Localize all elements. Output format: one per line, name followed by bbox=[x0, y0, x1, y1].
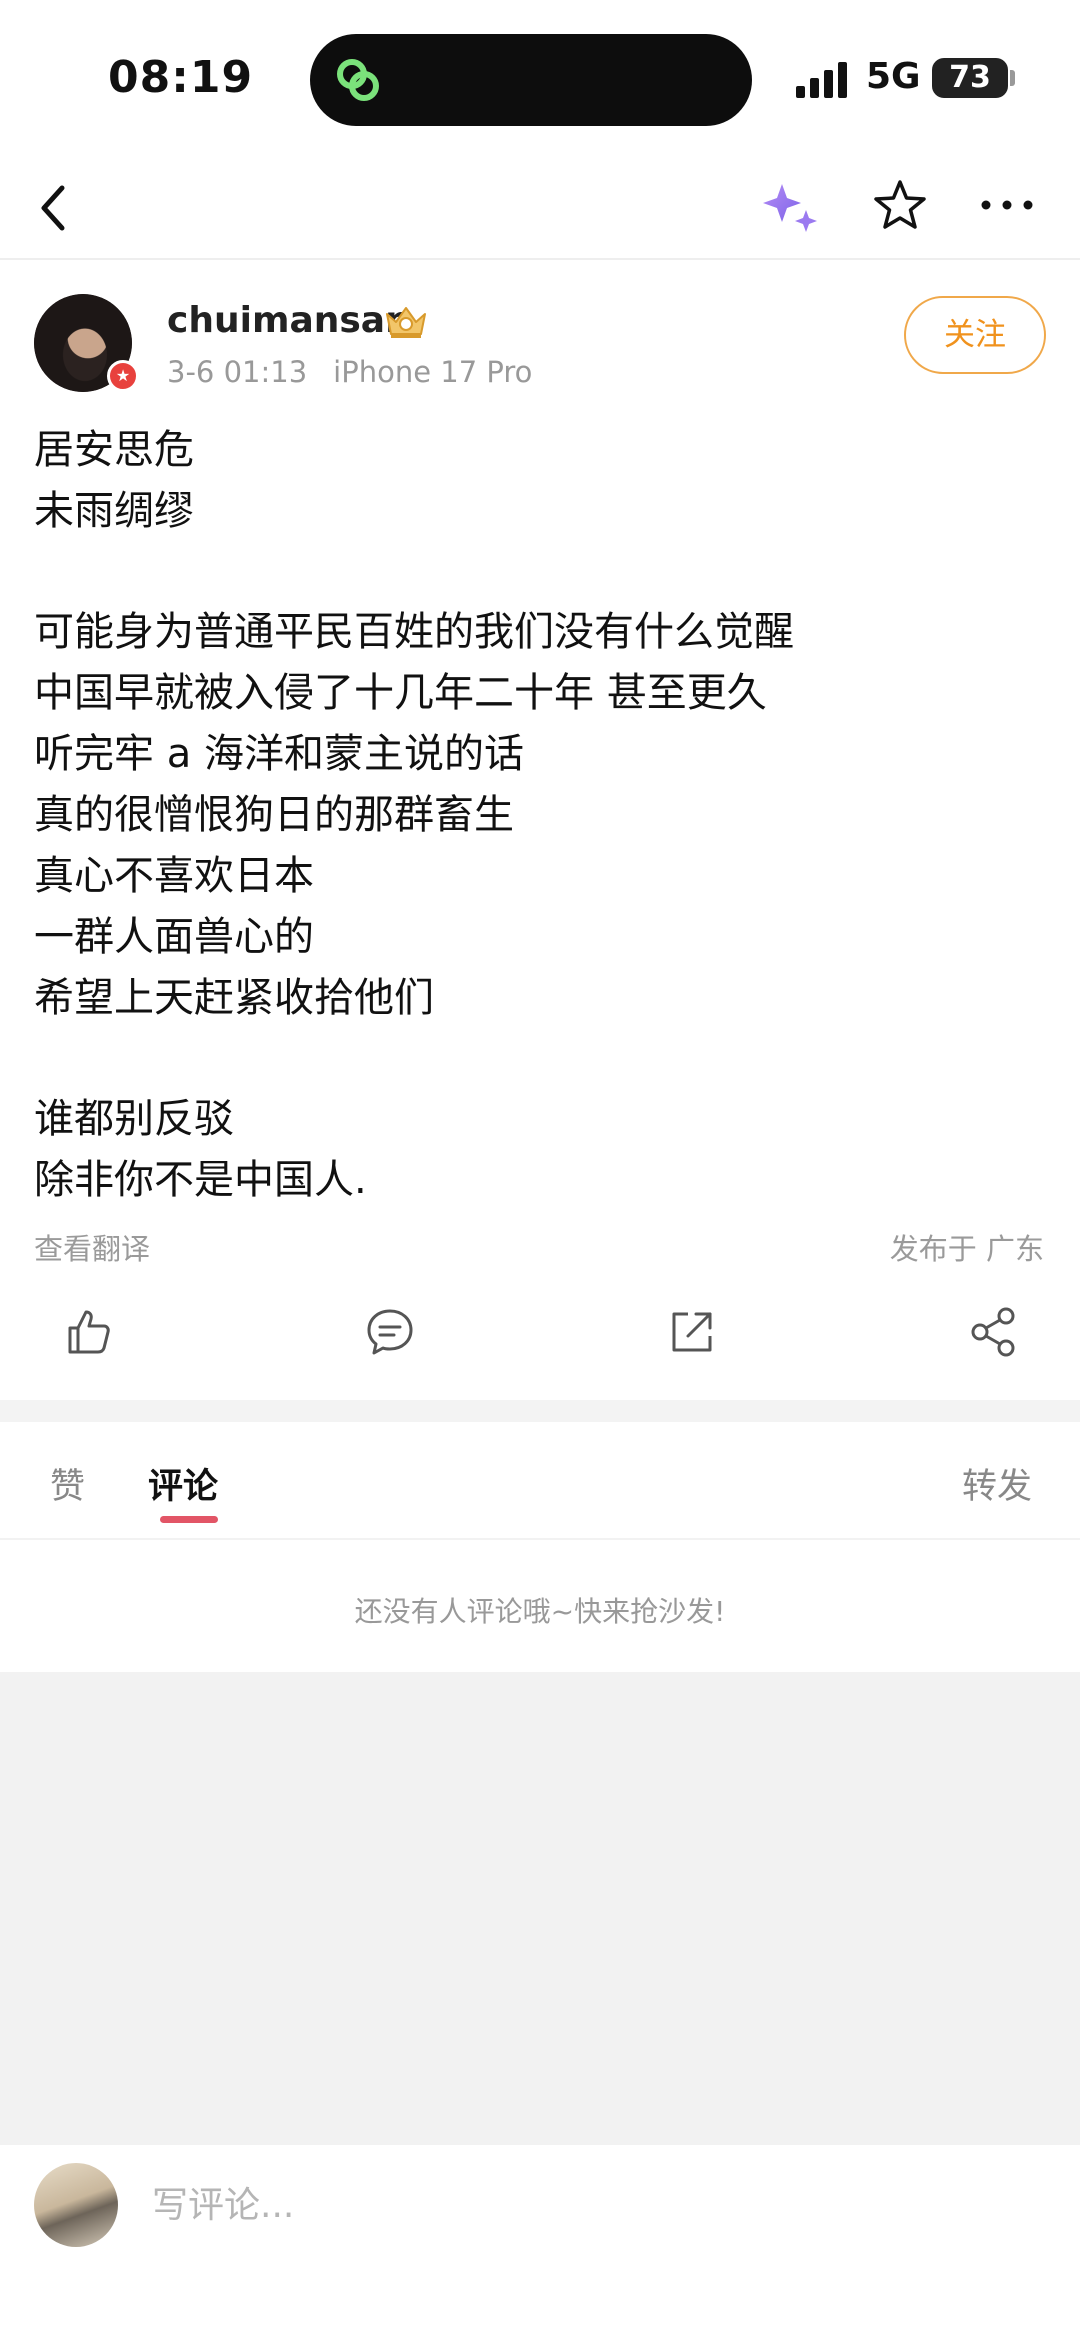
battery-level: 73 bbox=[949, 60, 991, 95]
comment-icon[interactable] bbox=[364, 1306, 416, 1358]
post-location: 发布于 广东 bbox=[889, 1232, 1044, 1266]
post-line: 可能身为普通平民百姓的我们没有什么觉醒 bbox=[34, 609, 794, 655]
interaction-tabs: 赞 评论 转发 bbox=[0, 1422, 1080, 1540]
post-line: 一群人面兽心的 bbox=[34, 914, 314, 960]
current-user-avatar bbox=[34, 2163, 118, 2247]
network-type: 5G bbox=[866, 56, 921, 97]
translate-link[interactable]: 查看翻译 bbox=[34, 1226, 150, 1268]
tab-likes[interactable]: 赞 bbox=[50, 1458, 85, 1509]
post-device: iPhone 17 Pro bbox=[333, 355, 533, 389]
share-external-icon[interactable] bbox=[666, 1306, 718, 1358]
author-username[interactable]: chuimansan bbox=[167, 300, 411, 341]
sparkle-icon[interactable] bbox=[760, 180, 822, 236]
verified-badge-icon: ★ bbox=[107, 360, 139, 392]
tab-reposts[interactable]: 转发 bbox=[962, 1458, 1032, 1509]
status-bar: 08:19 5G 73 bbox=[0, 0, 1080, 150]
post-line: 居安思危 bbox=[34, 427, 194, 473]
post-meta: 3-6 01:13 iPhone 17 Pro bbox=[167, 355, 558, 389]
chevron-left-icon[interactable] bbox=[30, 180, 80, 236]
section-divider bbox=[0, 1400, 1080, 1422]
comments-empty-area bbox=[0, 1672, 1080, 2145]
status-time: 08:19 bbox=[108, 52, 254, 103]
dynamic-island bbox=[310, 34, 752, 126]
active-tab-indicator bbox=[160, 1516, 218, 1523]
post-line: 希望上天赶紧收拾他们 bbox=[34, 975, 434, 1021]
post-line: 听完牢 a 海洋和蒙主说的话 bbox=[34, 731, 524, 777]
battery-cap bbox=[1010, 70, 1015, 86]
post-line: 谁都别反驳 bbox=[34, 1096, 234, 1142]
more-horizontal-icon[interactable] bbox=[980, 190, 1034, 220]
comment-input[interactable] bbox=[150, 2175, 850, 2235]
comment-composer bbox=[0, 2145, 1080, 2347]
post-line: 真心不喜欢日本 bbox=[34, 853, 314, 899]
post-date: 3-6 01:13 bbox=[167, 355, 308, 389]
thumb-up-icon[interactable] bbox=[62, 1306, 114, 1358]
post-line: 真的很憎恨狗日的那群畜生 bbox=[34, 792, 514, 838]
crown-icon bbox=[386, 307, 426, 338]
empty-comments-message: 还没有人评论哦~快来抢沙发! bbox=[354, 1595, 726, 1628]
signal-icon bbox=[796, 62, 847, 98]
link-app-icon bbox=[337, 59, 379, 101]
post-line: 中国早就被入侵了十几年二十年 甚至更久 bbox=[34, 670, 767, 716]
star-outline-icon[interactable] bbox=[872, 178, 928, 234]
nav-bar bbox=[0, 150, 1080, 260]
tab-comments[interactable]: 评论 bbox=[148, 1458, 218, 1509]
follow-button[interactable]: 关注 bbox=[904, 296, 1046, 374]
post-line: 除非你不是中国人. bbox=[34, 1157, 367, 1203]
post-line: 未雨绸缪 bbox=[34, 488, 194, 534]
post-action-bar bbox=[0, 1300, 1080, 1370]
share-nodes-icon[interactable] bbox=[968, 1306, 1020, 1358]
battery-icon: 73 bbox=[932, 58, 1008, 98]
post-content: 居安思危 未雨绸缪 可能身为普通平民百姓的我们没有什么觉醒 中国早就被入侵了十几… bbox=[34, 420, 1044, 1211]
